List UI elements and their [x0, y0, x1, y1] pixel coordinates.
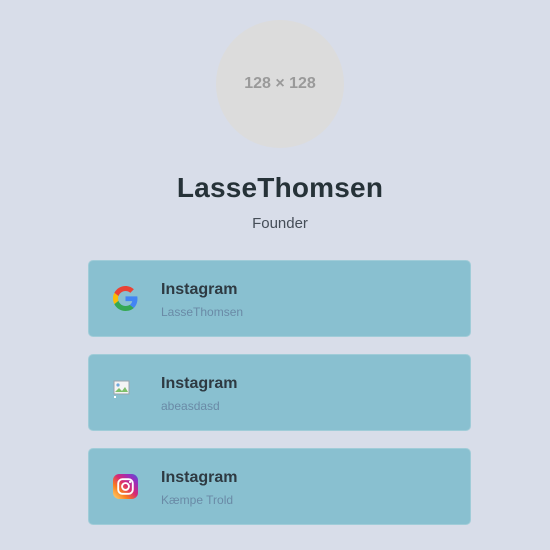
link-title: Instagram — [161, 375, 238, 392]
link-subtitle: abeasdasd — [161, 399, 220, 413]
google-icon — [113, 286, 138, 311]
avatar-placeholder-text: 128 × 128 — [244, 75, 316, 92]
link-subtitle: LasseThomsen — [161, 305, 244, 319]
link-title: Instagram — [161, 469, 238, 486]
link-card-2[interactable]: Instagram abeasdasd — [88, 354, 471, 431]
profile-name: LasseThomsen — [176, 172, 384, 203]
avatar-placeholder: 128 × 128 — [216, 20, 344, 148]
link-card-3[interactable]: Instagram Kæmpe Trold — [88, 448, 471, 525]
profile-role: Founder — [252, 215, 308, 232]
broken-image-icon — [113, 380, 130, 398]
link-card-1[interactable]: Instagram LasseThomsen — [88, 260, 471, 337]
link-title: Instagram — [161, 281, 238, 298]
instagram-icon — [113, 474, 138, 499]
link-subtitle: Kæmpe Trold — [161, 493, 234, 507]
